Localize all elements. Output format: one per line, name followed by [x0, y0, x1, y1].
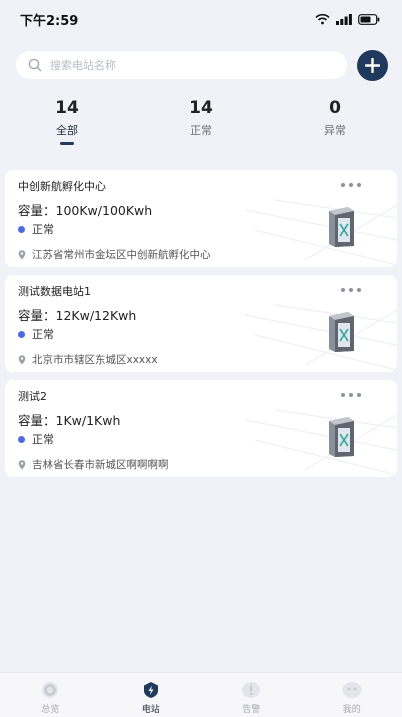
- search-input[interactable]: [50, 58, 347, 72]
- stat-all-count: 14: [55, 98, 79, 118]
- battery-icon: [358, 13, 380, 25]
- wifi-icon: [315, 13, 330, 24]
- search-row: [16, 50, 388, 81]
- tab-alarm[interactable]: 告警: [201, 673, 302, 717]
- station-status: 正常: [18, 326, 54, 342]
- overview-icon: [40, 681, 60, 699]
- tab-overview[interactable]: 总览: [0, 673, 101, 717]
- station-capacity: 容量：1Kw/1Kwh: [18, 413, 121, 428]
- bottom-tab-bar: 总览 电站 告警 我的: [0, 672, 402, 717]
- more-options-icon[interactable]: [341, 181, 367, 189]
- plus-icon: [365, 58, 380, 73]
- more-options-icon[interactable]: [341, 286, 367, 294]
- station-name: 测试数据电站1: [18, 285, 91, 298]
- station-address-text: 北京市市辖区东城区xxxxx: [32, 354, 158, 366]
- location-pin-icon: [18, 354, 26, 364]
- station-name: 测试2: [18, 390, 47, 403]
- stat-normal-count: 14: [189, 98, 213, 118]
- status-dot-icon: [18, 225, 25, 233]
- station-status: 正常: [18, 221, 54, 237]
- tab-profile-label: 我的: [342, 705, 361, 715]
- stat-all-label: 全部: [56, 124, 78, 137]
- tab-station-label: 电站: [141, 705, 160, 715]
- energy-storage-device-icon: [329, 417, 354, 457]
- stat-abnormal-count: 0: [329, 98, 341, 118]
- search-icon: [28, 58, 42, 72]
- status-dot-icon: [18, 330, 25, 338]
- stat-normal[interactable]: 14 正常: [161, 98, 241, 138]
- more-options-icon[interactable]: [341, 391, 367, 399]
- location-pin-icon: [18, 459, 26, 469]
- station-status-text: 正常: [32, 328, 54, 341]
- location-pin-icon: [18, 249, 26, 259]
- station-status-text: 正常: [32, 433, 54, 446]
- status-icons: [315, 13, 380, 25]
- station-name: 中创新航孵化中心: [18, 180, 106, 193]
- stat-abnormal-label: 异常: [324, 124, 346, 137]
- station-address: 吉林省长春市新城区啊啊啊啊: [18, 457, 169, 472]
- station-address-text: 江苏省常州市金坛区中创新航孵化中心: [32, 249, 211, 261]
- signal-icon: [336, 13, 352, 25]
- add-station-button[interactable]: [357, 50, 388, 81]
- station-card[interactable]: 测试2 容量：1Kw/1Kwh 正常 吉林省长春市新城区啊啊啊啊: [5, 380, 397, 477]
- stat-all[interactable]: 14 全部: [27, 98, 107, 145]
- station-card[interactable]: 中创新航孵化中心 容量：100Kw/100Kwh 正常 江苏省常州市金坛区中创新…: [5, 170, 397, 267]
- search-box[interactable]: [16, 51, 347, 79]
- station-status-text: 正常: [32, 223, 54, 236]
- tab-overview-label: 总览: [41, 705, 60, 715]
- energy-storage-device-icon: [329, 312, 354, 352]
- station-icon: [141, 681, 161, 699]
- profile-icon: [342, 681, 362, 699]
- station-capacity: 容量：12Kw/12Kwh: [18, 308, 137, 323]
- station-address: 北京市市辖区东城区xxxxx: [18, 352, 158, 367]
- stat-abnormal[interactable]: 0 异常: [295, 98, 375, 138]
- station-card[interactable]: 测试数据电站1 容量：12Kw/12Kwh 正常 北京市市辖区东城区xxxxx: [5, 275, 397, 372]
- status-time: 下午2:59: [20, 13, 79, 29]
- station-address: 江苏省常州市金坛区中创新航孵化中心: [18, 247, 211, 262]
- status-bar: 下午2:59: [0, 0, 402, 38]
- status-dot-icon: [18, 435, 25, 443]
- tab-alarm-label: 告警: [242, 705, 261, 715]
- station-stats: 14 全部 14 正常 0 异常: [0, 98, 402, 148]
- station-address-text: 吉林省长春市新城区啊啊啊啊: [32, 459, 169, 471]
- energy-storage-device-icon: [329, 207, 354, 247]
- tab-station[interactable]: 电站: [101, 673, 202, 717]
- alarm-icon: [241, 681, 261, 699]
- tab-profile[interactable]: 我的: [302, 673, 402, 717]
- station-capacity: 容量：100Kw/100Kwh: [18, 203, 153, 218]
- stat-normal-label: 正常: [190, 124, 212, 137]
- station-status: 正常: [18, 431, 54, 447]
- active-tab-indicator: [60, 142, 74, 145]
